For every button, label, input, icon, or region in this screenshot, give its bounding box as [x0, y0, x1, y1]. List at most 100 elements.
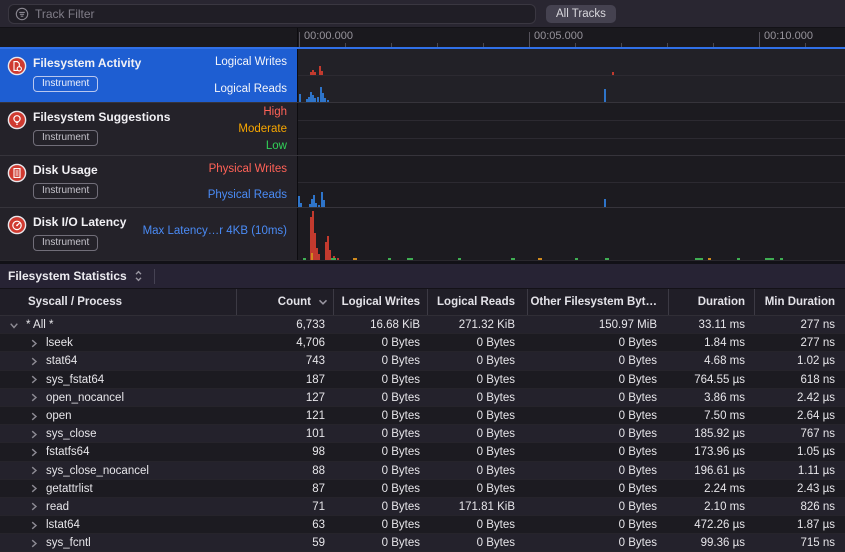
- cell-logical-writes: 0 Bytes: [333, 446, 427, 458]
- track-timeline-disk-io-latency[interactable]: [298, 208, 845, 260]
- timeline-ruler[interactable]: 00:00.00000:05.00000:10.000: [298, 28, 845, 47]
- all-tracks-button[interactable]: All Tracks: [546, 5, 616, 23]
- disclosure-chevron-right-icon[interactable]: [30, 502, 38, 511]
- track-timeline-filesystem-activity[interactable]: [298, 49, 845, 102]
- table-row[interactable]: open1210 Bytes0 Bytes0 Bytes7.50 ms2.64 …: [0, 407, 845, 425]
- table-row[interactable]: open_nocancel1270 Bytes0 Bytes0 Bytes3.8…: [0, 389, 845, 407]
- table-row[interactable]: read710 Bytes171.81 KiB0 Bytes2.10 ms826…: [0, 498, 845, 516]
- interval-mark: [695, 258, 703, 260]
- ruler-tick: [575, 43, 576, 47]
- syscall-name: sys_close: [46, 428, 97, 440]
- cell-duration: 185.92 µs: [668, 428, 754, 440]
- column-header-duration[interactable]: Duration: [668, 289, 754, 315]
- table-row[interactable]: lstat64630 Bytes0 Bytes0 Bytes472.26 µs1…: [0, 516, 845, 534]
- table-row[interactable]: * All *6,73316.68 KiB271.32 KiB150.97 Mi…: [0, 316, 845, 334]
- cell-logical-writes: 16.68 KiB: [333, 319, 427, 331]
- cell-logical-writes: 0 Bytes: [333, 392, 427, 404]
- column-header-label: Syscall / Process: [28, 296, 122, 308]
- interval-mark: [511, 258, 515, 260]
- disclosure-chevron-right-icon[interactable]: [30, 339, 38, 348]
- disclosure-chevron-right-icon[interactable]: [30, 448, 38, 457]
- statistics-pane-title[interactable]: Filesystem Statistics: [8, 269, 127, 283]
- cell-logical-reads: 0 Bytes: [427, 355, 527, 367]
- track-filter-input[interactable]: Track Filter: [8, 4, 536, 24]
- column-header-other-filesystem-byt[interactable]: Other Filesystem Byt…: [527, 289, 668, 315]
- ruler-tick: [483, 43, 484, 47]
- cell-logical-reads: 0 Bytes: [427, 410, 527, 422]
- syscall-name: fstatfs64: [46, 446, 89, 458]
- column-header-min-duration[interactable]: Min Duration: [754, 289, 845, 315]
- cell-logical-writes: 0 Bytes: [333, 337, 427, 349]
- table-row[interactable]: getattrlist870 Bytes0 Bytes0 Bytes2.24 m…: [0, 480, 845, 498]
- table-row[interactable]: sys_close1010 Bytes0 Bytes0 Bytes185.92 …: [0, 425, 845, 443]
- cell-logical-reads: 0 Bytes: [427, 446, 527, 458]
- table-row[interactable]: sys_fcntl590 Bytes0 Bytes0 Bytes99.36 µs…: [0, 534, 845, 552]
- lane-label: Physical Writes: [208, 156, 297, 182]
- table-row[interactable]: fstatfs64980 Bytes0 Bytes0 Bytes173.96 µ…: [0, 443, 845, 461]
- cell-count: 4,706: [236, 337, 333, 349]
- cell-syscall-process: sys_fcntl: [0, 537, 236, 549]
- disclosure-chevron-down-icon[interactable]: [10, 321, 18, 330]
- track-info: Disk I/O LatencyInstrument: [33, 215, 126, 251]
- cell-min-duration: 2.42 µs: [754, 392, 845, 404]
- cell-other-filesystem-bytes: 0 Bytes: [527, 446, 668, 458]
- column-header-label: Other Filesystem Byt…: [530, 296, 657, 308]
- timeline-lane: [298, 156, 845, 182]
- table-row[interactable]: sys_close_nocancel880 Bytes0 Bytes0 Byte…: [0, 462, 845, 480]
- track-panel-disk-io-latency[interactable]: Disk I/O LatencyInstrumentMax Latency…r …: [0, 208, 298, 260]
- cell-logical-writes: 0 Bytes: [333, 537, 427, 549]
- table-row[interactable]: lseek4,7060 Bytes0 Bytes0 Bytes1.84 ms27…: [0, 334, 845, 352]
- track-row-disk-usage[interactable]: Disk UsageInstrumentPhysical WritesPhysi…: [0, 155, 845, 207]
- column-header-syscall-process[interactable]: Syscall / Process: [0, 289, 236, 315]
- table-row[interactable]: stat647430 Bytes0 Bytes0 Bytes4.68 ms1.0…: [0, 352, 845, 370]
- table-row[interactable]: sys_fstat641870 Bytes0 Bytes0 Bytes764.5…: [0, 371, 845, 389]
- track-row-disk-io-latency[interactable]: Disk I/O LatencyInstrumentMax Latency…r …: [0, 207, 845, 260]
- disclosure-chevron-right-icon[interactable]: [30, 521, 38, 530]
- disclosure-chevron-right-icon[interactable]: [30, 484, 38, 493]
- track-timeline-disk-usage[interactable]: [298, 156, 845, 207]
- column-header-logical-writes[interactable]: Logical Writes: [333, 289, 427, 315]
- activity-spike: [323, 200, 325, 207]
- column-header-logical-reads[interactable]: Logical Reads: [427, 289, 527, 315]
- syscall-name: open: [46, 410, 72, 422]
- track-panel-filesystem-activity[interactable]: Filesystem ActivityInstrument Logical Wri…: [0, 49, 298, 102]
- track-filter-placeholder: Track Filter: [35, 7, 95, 21]
- track-row-filesystem-suggestions[interactable]: Filesystem SuggestionsInstrumentHighMode…: [0, 102, 845, 155]
- cell-other-filesystem-bytes: 0 Bytes: [527, 428, 668, 440]
- disclosure-chevron-right-icon[interactable]: [30, 375, 38, 384]
- cell-syscall-process: sys_close: [0, 428, 236, 440]
- column-header-count[interactable]: Count: [236, 289, 333, 315]
- cell-count: 187: [236, 374, 333, 386]
- disclosure-chevron-right-icon[interactable]: [30, 393, 38, 402]
- disclosure-chevron-right-icon[interactable]: [30, 412, 38, 421]
- instrument-badge: Instrument: [33, 183, 98, 199]
- pane-selector-chevrons-icon[interactable]: [134, 269, 143, 283]
- cell-duration: 2.10 ms: [668, 501, 754, 513]
- cell-syscall-process: lseek: [0, 337, 236, 349]
- disclosure-chevron-right-icon[interactable]: [30, 357, 38, 366]
- track-info: Filesystem ActivityInstrument: [33, 56, 141, 92]
- column-header-label: Logical Reads: [437, 296, 515, 308]
- disclosure-chevron-right-icon[interactable]: [30, 466, 38, 475]
- interval-mark: [765, 258, 774, 260]
- disclosure-chevron-right-icon[interactable]: [30, 430, 38, 439]
- cell-logical-reads: 0 Bytes: [427, 537, 527, 549]
- disclosure-chevron-right-icon[interactable]: [30, 539, 38, 548]
- lane-labels: Physical WritesPhysical Reads: [208, 156, 297, 208]
- ruler-tick: [667, 43, 668, 47]
- track-panel-disk-usage[interactable]: Disk UsageInstrumentPhysical WritesPhysi…: [0, 156, 298, 207]
- interval-mark: [708, 258, 711, 260]
- toolbar: Track Filter All Tracks: [0, 0, 845, 28]
- track-timeline-filesystem-suggestions[interactable]: [298, 103, 845, 155]
- track-panel-filesystem-suggestions[interactable]: Filesystem SuggestionsInstrumentHighMode…: [0, 103, 298, 155]
- cell-syscall-process: stat64: [0, 355, 236, 367]
- interval-mark: [353, 258, 357, 260]
- activity-spike: [311, 253, 313, 260]
- cell-min-duration: 1.11 µs: [754, 465, 845, 477]
- track-row-filesystem-activity[interactable]: Filesystem ActivityInstrument Logical Wri…: [0, 49, 845, 102]
- activity-spike: [337, 258, 339, 260]
- activity-spike: [299, 94, 301, 102]
- cell-count: 87: [236, 483, 333, 495]
- lane-labels: Logical WritesLogical Reads: [214, 49, 297, 102]
- cell-min-duration: 1.05 µs: [754, 446, 845, 458]
